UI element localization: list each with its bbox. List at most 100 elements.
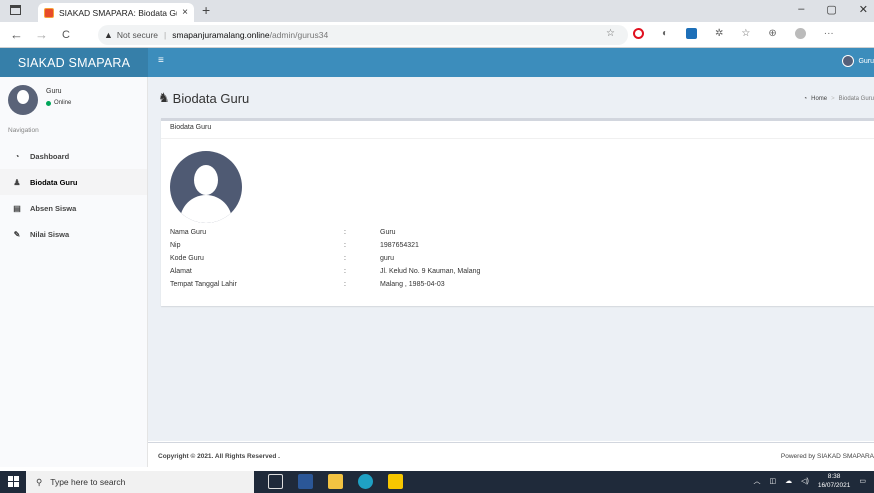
cloud-icon[interactable]: ☁ [785, 477, 792, 485]
edge-icon[interactable] [358, 474, 373, 489]
powered-by-text: Powered by SIAKAD SMAPARA [780, 453, 874, 460]
avatar [842, 55, 855, 67]
field-colon: : [344, 268, 346, 275]
field-label: Alamat [170, 268, 192, 275]
field-row-nama-guru: Nama Guru : Guru [170, 226, 396, 239]
system-tray: ︿ ◫ ☁ ◁) 8:38 16/07/2021 ▭ [753, 472, 866, 490]
copyright-text: Copyright © 2021. All Rights Reserved . [158, 453, 280, 460]
box-title: Biodata Guru [170, 124, 212, 131]
app-icon[interactable] [388, 474, 403, 489]
field-row-tempat-tanggal-lahir: Tempat Tanggal Lahir : Malang , 1985-04-… [170, 278, 445, 291]
close-window-button[interactable]: ✕ [859, 3, 868, 16]
browser-extensions: ☆ ◐ ✲ ☆ ⊕ ··· [606, 28, 834, 39]
sidebar-item-dashboard[interactable]: ◔ Dashboard [0, 143, 147, 169]
nav-header: Navigation [8, 127, 39, 134]
sidebar [0, 77, 148, 467]
field-value: Guru [380, 229, 396, 236]
sidebar-item-label: Biodata Guru [30, 177, 78, 187]
search-icon: ⚲ [36, 476, 43, 487]
back-button[interactable]: ← [10, 27, 23, 42]
puzzle-icon[interactable]: ✲ [715, 28, 723, 39]
reload-button[interactable]: C [62, 29, 70, 41]
page-title-text: Biodata Guru [172, 90, 250, 106]
screenshot-icon[interactable] [686, 28, 698, 39]
pencil-icon: ✎ [13, 229, 21, 239]
field-label: Tempat Tanggal Lahir [170, 281, 237, 288]
sidebar-item-nilai-siswa[interactable]: ✎ Nilai Siswa [0, 221, 147, 247]
notification-icon[interactable]: ▭ [859, 477, 866, 485]
field-row-nip: Nip : 1987654321 [170, 239, 419, 252]
window-menu-icon[interactable] [10, 5, 21, 15]
field-colon: : [344, 255, 346, 262]
tab-close-icon[interactable]: × [182, 7, 188, 18]
url-separator: | [164, 30, 167, 40]
forward-button[interactable]: → [35, 27, 48, 42]
field-colon: : [344, 281, 346, 288]
box-divider [161, 138, 874, 139]
sidebar-item-absen-siswa[interactable]: ▤ Absen Siswa [0, 195, 147, 221]
avatar-head-shape [194, 165, 218, 195]
window-controls: – ▢ ✕ [798, 3, 868, 16]
security-label[interactable]: Not secure [117, 30, 158, 40]
word-icon[interactable] [298, 474, 313, 489]
field-label: Kode Guru [170, 255, 204, 262]
sidebar-item-label: Absen Siswa [30, 203, 77, 213]
dashboard-icon: ◔ [14, 151, 20, 161]
file-explorer-icon[interactable] [328, 474, 343, 489]
online-dot-icon [46, 100, 51, 106]
warning-icon[interactable]: ▲ [104, 30, 113, 40]
network-icon[interactable]: ◫ [769, 477, 776, 485]
menu-toggle-icon[interactable]: ≡ [158, 55, 164, 66]
field-value: guru [380, 255, 395, 262]
collections-icon[interactable]: ⊕ [768, 28, 776, 39]
taskbar-apps [268, 474, 403, 489]
restore-button[interactable]: ▢ [826, 3, 836, 16]
field-value: 1987654321 [380, 242, 419, 249]
avatar-body-shape [180, 195, 232, 223]
windows-start-icon[interactable] [8, 476, 19, 487]
clock-date: 16/07/2021 [817, 482, 851, 489]
header-user-name: Guru [858, 57, 874, 65]
breadcrumb-home[interactable]: Home [811, 96, 827, 102]
url-field[interactable]: ▲ Not secure | smapanjuramalang.online /… [98, 25, 628, 45]
url-host: smapanjuramalang.online [172, 30, 270, 40]
profile-icon[interactable] [794, 28, 806, 39]
sidebar-user-name: Guru [46, 88, 62, 95]
header-user-menu[interactable]: Guru [842, 55, 874, 67]
more-icon[interactable]: ··· [824, 28, 834, 39]
sidebar-user-status: Online [46, 100, 71, 106]
field-colon: : [344, 229, 346, 236]
clock-time: 8:38 [827, 473, 841, 480]
favicon-icon [44, 7, 54, 18]
new-tab-button[interactable]: + [202, 2, 210, 18]
user-icon: ♟ [13, 177, 21, 187]
volume-icon[interactable]: ◁) [801, 477, 809, 485]
field-label: Nip [170, 242, 181, 249]
task-view-icon[interactable] [268, 474, 283, 489]
field-row-kode-guru: Kode Guru : guru [170, 252, 394, 265]
field-colon: : [344, 242, 346, 249]
field-value: Malang , 1985-04-03 [380, 281, 445, 288]
taskbar-search[interactable]: ⚲ Type here to search [26, 471, 254, 493]
browser-tab[interactable]: SIAKAD SMAPARA: Biodata Guru × [38, 3, 194, 22]
tray-chevron-icon[interactable]: ︿ [753, 476, 760, 486]
breadcrumb-separator: > [831, 96, 835, 102]
breadcrumb: ◔ Home > Biodata Guru [803, 96, 874, 102]
field-value: Jl. Kelud No. 9 Kauman, Malang [380, 268, 481, 275]
extension-icon[interactable]: ◐ [662, 28, 668, 39]
sidebar-item-biodata-guru[interactable]: ♟ Biodata Guru [0, 169, 147, 195]
page-title: ♞ Biodata Guru [158, 90, 249, 106]
opera-icon[interactable] [632, 28, 644, 39]
minimize-button[interactable]: – [798, 3, 804, 16]
sidebar-item-label: Nilai Siswa [30, 229, 70, 239]
page-footer: Copyright © 2021. All Rights Reserved . … [148, 442, 874, 470]
read-aloud-icon[interactable]: ☆ [606, 28, 615, 39]
home-icon: ◔ [803, 96, 808, 102]
sidebar-avatar [8, 85, 38, 115]
clock[interactable]: 8:38 16/07/2021 [818, 472, 851, 490]
title-user-icon: ♞ [158, 90, 170, 105]
field-label: Nama Guru [170, 229, 207, 236]
favorites-icon[interactable]: ☆ [741, 28, 750, 39]
breadcrumb-current: Biodata Guru [838, 96, 874, 102]
brand-logo[interactable]: SIAKAD SMAPARA [0, 48, 148, 77]
